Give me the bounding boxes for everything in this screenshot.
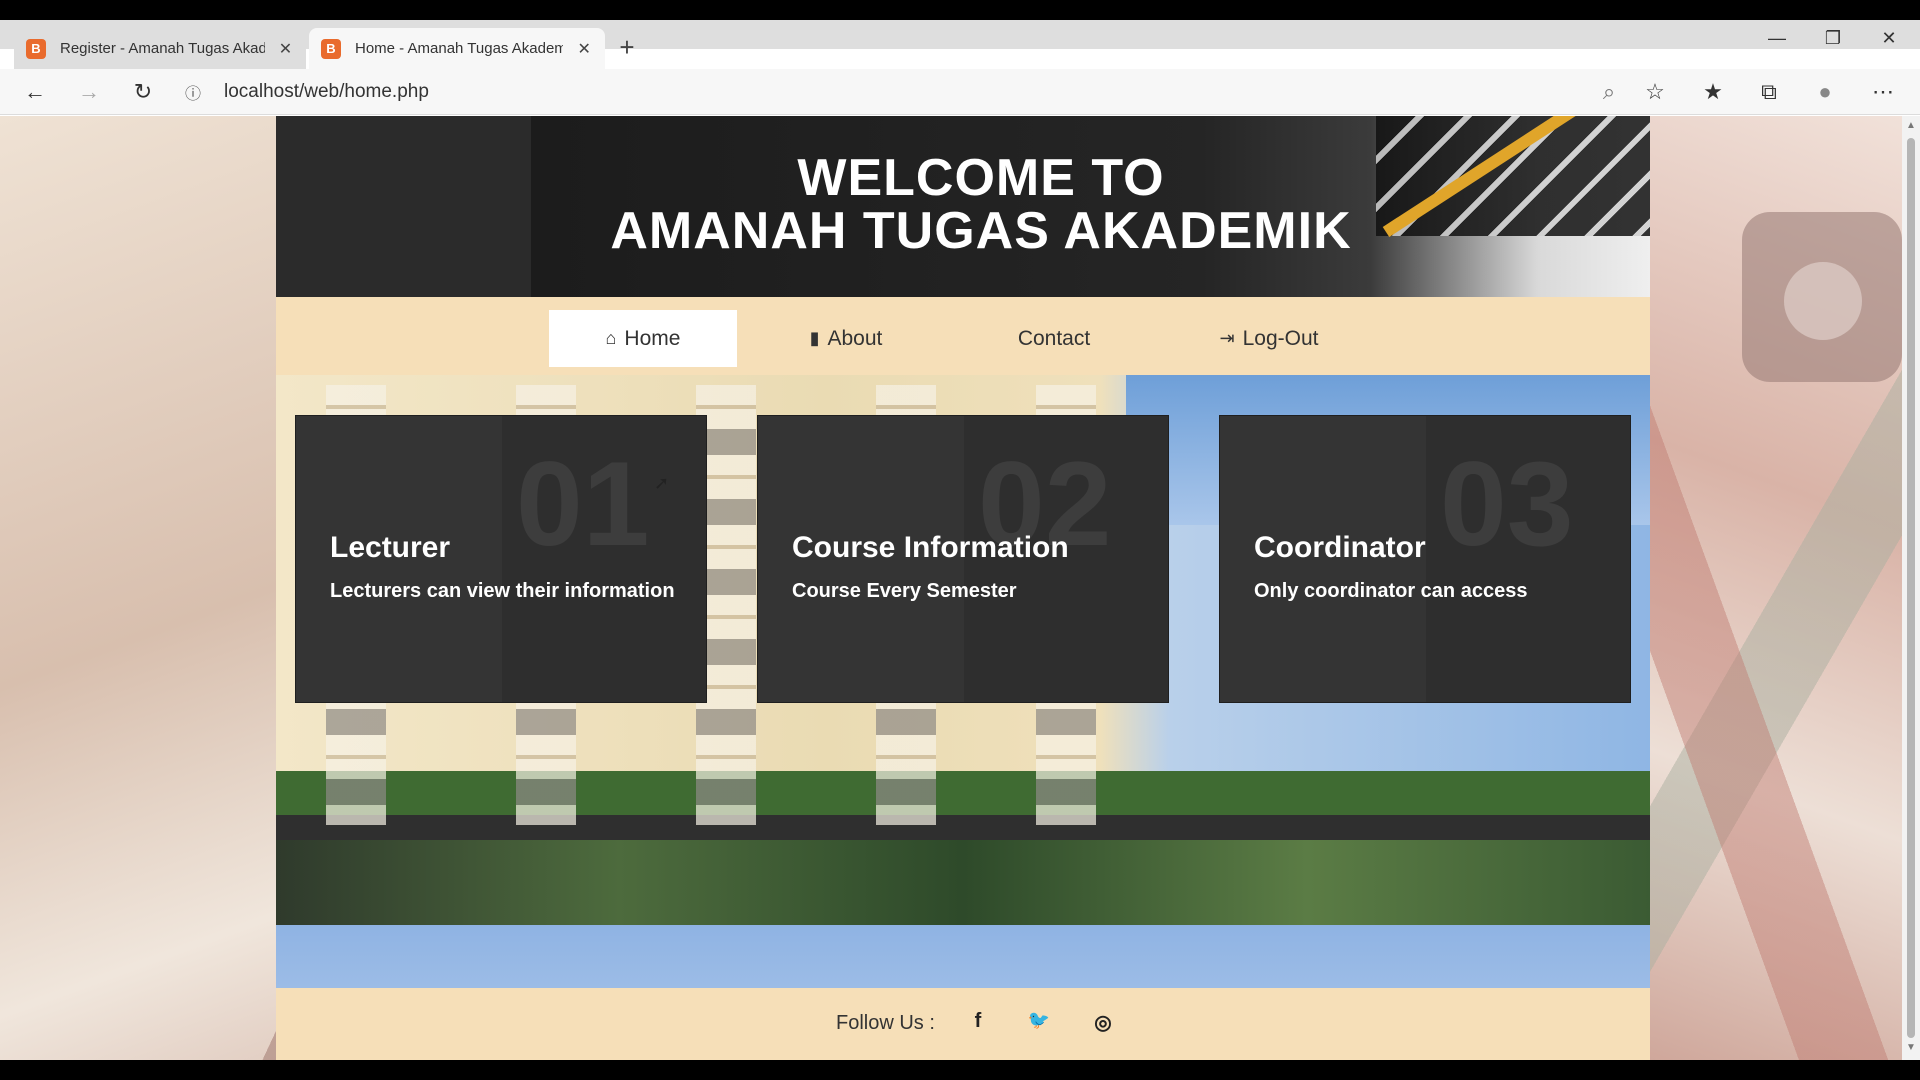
page-container: WELCOME TO AMANAH TUGAS AKADEMIK ⌂ Home … [276, 116, 1650, 1060]
profile-icon[interactable]: ● [1808, 75, 1842, 109]
minimize-button[interactable]: — [1762, 28, 1792, 49]
nav-label: About [827, 326, 883, 350]
close-icon[interactable]: ✕ [277, 39, 294, 59]
title-line-1: WELCOME TO [797, 149, 1165, 207]
mouse-cursor-icon: ➚ [654, 473, 670, 493]
tab-title: Home - Amanah Tugas Akademi [355, 40, 564, 57]
url-text[interactable]: localhost/web/home.php [224, 81, 429, 103]
instagram-icon[interactable]: ◎ [1091, 1010, 1115, 1035]
maximize-button[interactable]: ❐ [1818, 28, 1848, 49]
hero-trees [276, 840, 1650, 925]
scroll-up-icon[interactable]: ▲ [1906, 120, 1916, 131]
back-icon[interactable]: ← [18, 75, 52, 109]
card-lecturer[interactable]: 01 Lecturer Lecturers can view their inf… [295, 415, 707, 703]
tab-register[interactable]: B Register - Amanah Tugas Akade ✕ [14, 28, 306, 69]
site-favicon-icon: B [321, 38, 341, 59]
zoom-icon[interactable]: ⌕ [1592, 75, 1626, 109]
card-description: Lecturers can view their information [330, 580, 675, 602]
card-title: Coordinator [1254, 531, 1426, 564]
footer: Follow Us : f 🐦 ◎ [276, 988, 1650, 1060]
close-icon[interactable]: ✕ [575, 39, 593, 59]
card-description: Only coordinator can access [1254, 580, 1528, 602]
card-title: Course Information [792, 531, 1069, 564]
follow-us-label: Follow Us : [836, 1012, 935, 1034]
nav-contact[interactable]: Contact [964, 310, 1144, 367]
browser-window: B Register - Amanah Tugas Akade ✕ B Home… [0, 20, 1920, 1060]
nav-label: Log-Out [1242, 326, 1319, 350]
info-icon[interactable]: ⓘ [180, 80, 206, 104]
nav-about[interactable]: ▮ About [756, 310, 936, 367]
nav-logout[interactable]: ⇥ Log-Out [1174, 310, 1364, 367]
nav-home[interactable]: ⌂ Home [549, 310, 737, 367]
scrollbar-thumb[interactable] [1907, 138, 1915, 1038]
nav-label: Contact [1017, 326, 1091, 350]
close-window-button[interactable]: ✕ [1874, 28, 1904, 49]
main-nav: ⌂ Home ▮ About Contact ⇥ Log-Out [276, 297, 1650, 375]
header-banner: WELCOME TO AMANAH TUGAS AKADEMIK [276, 116, 1650, 297]
scroll-down-icon[interactable]: ▼ [1906, 1042, 1916, 1053]
browser-toolbar: ← → ↻ ⓘ localhost/web/home.php ⌕ ☆ ★ ⧉ ●… [0, 69, 1920, 115]
tab-strip: B Register - Amanah Tugas Akade ✕ B Home… [0, 20, 1920, 69]
card-number: 03 [1440, 437, 1574, 571]
page-viewport: WELCOME TO AMANAH TUGAS AKADEMIK ⌂ Home … [0, 116, 1902, 1060]
card-coordinator[interactable]: 03 Coordinator Only coordinator can acce… [1219, 415, 1631, 703]
more-icon[interactable]: ⋯ [1866, 75, 1900, 109]
card-description: Course Every Semester [792, 580, 1017, 602]
title-line-2: AMANAH TUGAS AKADEMIK [610, 202, 1352, 260]
hero-bottom-strip [276, 925, 1650, 988]
favorites-icon[interactable]: ★ [1696, 75, 1730, 109]
card-course-information[interactable]: 02 Course Information Course Every Semes… [757, 415, 1169, 703]
logout-icon: ⇥ [1219, 328, 1235, 348]
new-tab-button[interactable]: + [612, 32, 642, 62]
floating-assist-button[interactable] [1742, 212, 1902, 382]
address-bar[interactable]: ⓘ localhost/web/home.php [180, 73, 1660, 111]
collections-icon[interactable]: ⧉ [1752, 75, 1786, 109]
page-title: WELCOME TO AMANAH TUGAS AKADEMIK [531, 152, 1431, 258]
tab-home[interactable]: B Home - Amanah Tugas Akademi ✕ [309, 28, 605, 69]
scrollbar[interactable]: ▲ ▼ [1902, 116, 1920, 1060]
book-icon: ▮ [809, 328, 820, 348]
favorite-star-icon[interactable]: ☆ [1638, 75, 1672, 109]
site-favicon-icon: B [26, 38, 46, 59]
facebook-icon[interactable]: f [966, 1010, 990, 1033]
home-icon: ⌂ [605, 328, 617, 348]
tab-title: Register - Amanah Tugas Akade [60, 40, 265, 57]
forward-icon[interactable]: → [72, 75, 106, 109]
twitter-icon[interactable]: 🐦 [1027, 1010, 1051, 1031]
nav-label: Home [624, 326, 681, 350]
reload-icon[interactable]: ↻ [126, 75, 160, 109]
card-number: 01 [516, 437, 650, 571]
card-title: Lecturer [330, 531, 451, 564]
